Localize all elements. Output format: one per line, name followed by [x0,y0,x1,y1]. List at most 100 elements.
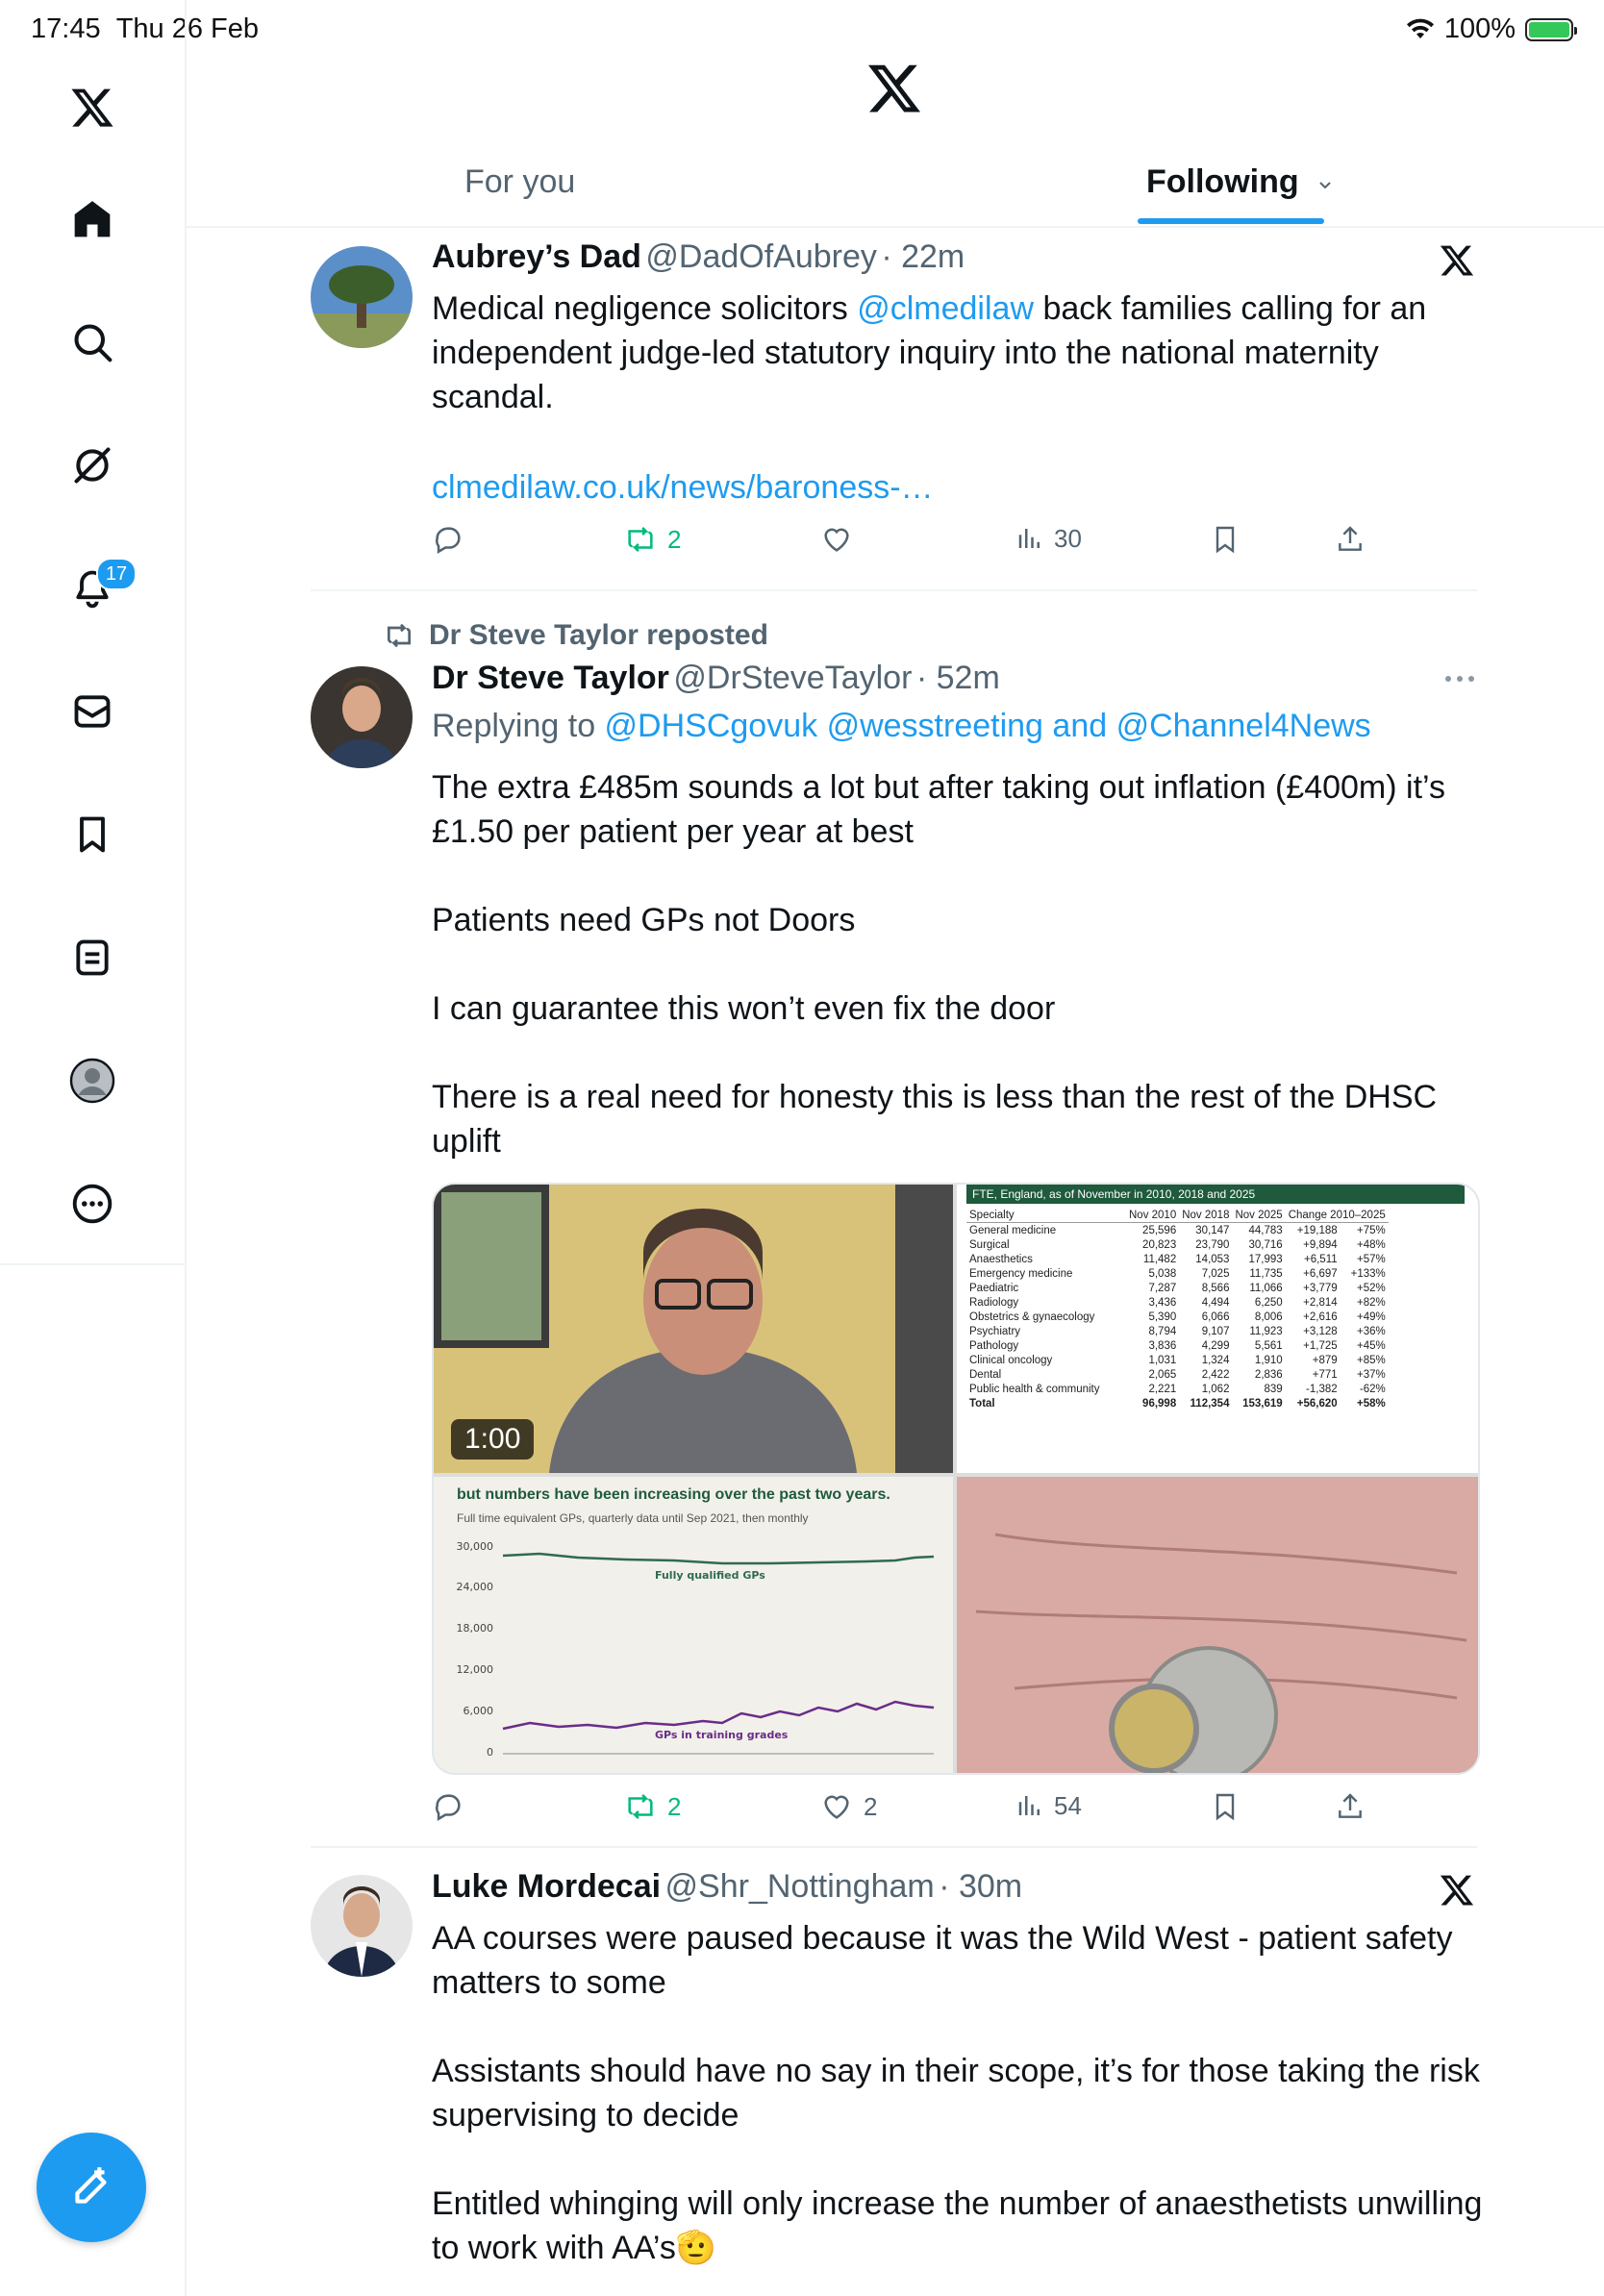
table-header: Nov 2025 [1235,1209,1283,1221]
home-icon[interactable] [63,190,121,248]
share-button[interactable] [1335,523,1366,556]
more-icon[interactable] [63,1175,121,1233]
tweet-header: Dr Steve Taylor @DrSteveTaylor · 52m [432,660,1000,697]
more-options-icon[interactable] [1442,671,1477,691]
replying-to-mentions[interactable]: @DHSCgovuk @wesstreeting and @Channel4Ne… [605,708,1371,744]
series-label: Fully qualified GPs [655,1569,765,1582]
table-cell: 3,836 [1148,1339,1177,1352]
table-cell: -1,382 [1306,1383,1338,1395]
bookmarks-icon[interactable] [63,806,121,863]
table-row: Anaesthetics 11,482 14,053 17,993 +6,511 +57% [966,1252,1389,1266]
table-image[interactable]: FTE, England, as of November in 2010, 20… [957,1185,1478,1473]
training-grades-line [502,1700,935,1731]
table-row: Clinical oncology 1,031 1,324 1,910 +879 +85% [966,1353,1389,1367]
messages-icon[interactable] [63,683,121,740]
coins-photo[interactable] [957,1477,1478,1773]
reply-icon [436,1794,461,1822]
table-cell: 6,066 [1201,1310,1230,1323]
avatar[interactable] [311,1875,413,1977]
views-button[interactable]: 30 [1015,523,1082,554]
author-handle[interactable]: @Shr_Nottingham [665,1868,935,1905]
table-cell: Clinical oncology [969,1354,1053,1366]
y-tick: 18,000 [457,1622,494,1635]
share-button[interactable] [1335,1790,1366,1823]
y-tick: 30,000 [457,1540,494,1553]
table-cell: +36% [1357,1325,1386,1337]
table-cell: 44,783 [1248,1224,1283,1236]
series-label: GPs in training grades [655,1729,789,1741]
table-row: Dental 2,065 2,422 2,836 +771 +37% [966,1367,1389,1382]
author-handle[interactable]: @DadOfAubrey [645,238,877,275]
tweet-paragraph: Patients need GPs not Doors [432,902,856,938]
tab-for-you[interactable]: For you [464,163,575,201]
views-button[interactable]: 54 [1015,1790,1082,1821]
tab-active-indicator [1138,218,1324,224]
table-cell: +57% [1357,1253,1386,1265]
y-tick: 0 [487,1746,493,1759]
tweet-divider [311,589,1477,591]
table-cell: 30,147 [1195,1224,1230,1236]
table-header: Specialty [969,1209,1015,1221]
table-cell: +133% [1350,1267,1386,1280]
repost-button[interactable]: 2 [623,523,681,556]
table-image-title: FTE, England, as of November in 2010, 20… [966,1185,1465,1204]
tweet-text: Medical negligence solicitors @clmedilaw… [432,290,1427,415]
header-divider [187,226,1604,228]
bookmark-button[interactable] [1210,523,1241,556]
chevron-down-icon [1319,182,1331,189]
compose-button[interactable] [37,2133,146,2242]
article-link[interactable]: clmedilaw.co.uk/news/baroness-… [432,465,1490,510]
table-cell: +6,697 [1303,1267,1338,1280]
like-button[interactable]: 2 [819,1790,877,1823]
video-duration: 1:00 [451,1419,535,1460]
search-icon[interactable] [63,313,121,371]
tweet-paragraph: Entitled whinging will only increase the… [432,2185,1483,2266]
tweet-time: · 22m [881,238,965,275]
avatar[interactable] [311,666,413,768]
lists-icon[interactable] [63,929,121,986]
author-name[interactable]: Luke Mordecai [432,1868,661,1905]
video-thumbnail[interactable]: 1:00 [434,1185,953,1473]
table-cell: 5,561 [1254,1339,1283,1352]
bookmark-button[interactable] [1210,1790,1241,1823]
table-cell: 2,422 [1201,1368,1230,1381]
table-cell: +3,128 [1303,1325,1338,1337]
reply-icon [436,527,461,555]
x-logo-icon[interactable] [63,79,121,137]
table-cell: 839 [1264,1383,1283,1395]
heart-icon [824,1795,849,1819]
avatar[interactable] [311,246,413,348]
table-cell: 5,038 [1148,1267,1177,1280]
table-cell: 11,735 [1249,1267,1283,1280]
sidebar-divider [0,1263,185,1265]
table-cell: 11,482 [1142,1253,1177,1265]
like-button[interactable] [819,523,854,556]
author-name[interactable]: Aubrey’s Dad [432,238,641,275]
reply-button[interactable] [432,523,464,556]
repost-button[interactable]: 2 [623,1790,681,1823]
mention-link[interactable]: @clmedilaw [857,290,1034,327]
table-cell: 14,053 [1195,1253,1230,1265]
battery-icon [1525,17,1577,41]
table-cell: Anaesthetics [969,1253,1033,1265]
grok-icon[interactable] [63,437,121,494]
table-row: Psychiatry 8,794 9,107 11,923 +3,128 +36% [966,1324,1389,1338]
views-icon [1018,1796,1040,1815]
x-badge-icon [1439,1872,1475,1913]
like-count: 2 [864,1791,878,1821]
reply-button[interactable] [432,1790,464,1823]
author-handle[interactable]: @DrSteveTaylor [673,660,912,696]
tab-following[interactable]: Following [1146,163,1335,201]
y-tick: 24,000 [457,1581,494,1593]
profile-icon[interactable] [63,1052,121,1110]
repost-icon [388,623,411,648]
repost-label[interactable]: Dr Steve Taylor reposted [429,619,768,652]
author-name[interactable]: Dr Steve Taylor [432,660,669,696]
chart-image[interactable]: but numbers have been increasing over th… [434,1477,953,1773]
repost-icon [628,527,653,552]
table-cell: +9,894 [1303,1238,1338,1251]
sidebar: 17 [0,0,187,2296]
table-cell: 112,354 [1190,1397,1230,1410]
table-cell: 2,221 [1148,1383,1177,1395]
table-row: Emergency medicine 5,038 7,025 11,735 +6,697… [966,1266,1389,1281]
